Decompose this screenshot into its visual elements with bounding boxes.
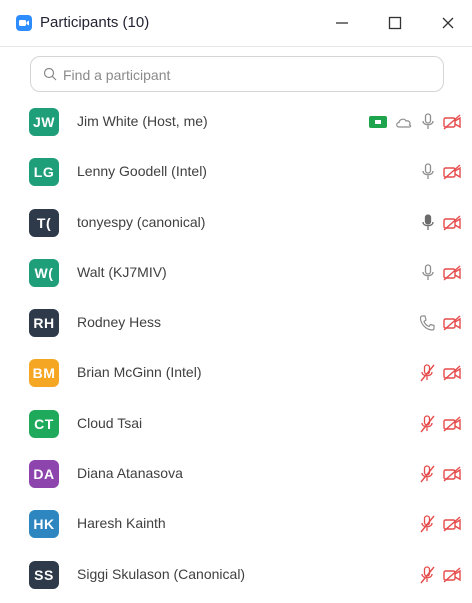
- participant-row[interactable]: SS Siggi Skulason (Canonical): [0, 550, 472, 600]
- close-button[interactable]: [428, 8, 468, 38]
- maximize-button[interactable]: [375, 8, 415, 38]
- avatar: W(: [29, 258, 59, 287]
- participant-name: Rodney Hess: [77, 314, 162, 331]
- participant-status-icons: [412, 310, 462, 336]
- cloud-icon: [394, 114, 414, 130]
- participant-row[interactable]: LG Lenny Goodell (Intel): [0, 147, 472, 197]
- microphone-icon: [420, 112, 436, 132]
- participant-row[interactable]: BM Brian McGinn (Intel): [0, 348, 472, 398]
- avatar: LG: [29, 158, 59, 187]
- video-off-icon: [442, 415, 462, 433]
- participant-name: Diana Atanasova: [77, 465, 183, 482]
- zoom-app-icon: [16, 15, 32, 31]
- participant-list: JW Jim White (Host, me) LG Lenny Goodell (I…: [0, 97, 472, 600]
- avatar: RH: [29, 309, 59, 338]
- participant-name: Cloud Tsai: [77, 414, 143, 431]
- phone-icon: [418, 314, 436, 332]
- participant-row[interactable]: T( tonyespy (canonical): [0, 198, 472, 248]
- microphone-muted-icon: [418, 514, 436, 534]
- close-icon: [442, 17, 454, 29]
- participant-status-icons: [414, 159, 462, 185]
- title-bar: Participants (10): [0, 0, 472, 47]
- participant-row[interactable]: CT Cloud Tsai: [0, 399, 472, 449]
- participant-row[interactable]: W( Walt (KJ7MIV): [0, 248, 472, 298]
- participant-name: Walt (KJ7MIV): [77, 263, 167, 280]
- microphone-muted-icon: [418, 464, 436, 484]
- maximize-icon: [388, 16, 402, 30]
- participant-status-icons: [412, 411, 462, 437]
- microphone-muted-icon: [418, 414, 436, 434]
- participant-name: Lenny Goodell (Intel): [77, 163, 207, 180]
- avatar: T(: [29, 208, 59, 237]
- avatar: SS: [29, 560, 59, 589]
- microphone-icon: [420, 162, 436, 182]
- participant-row[interactable]: RH Rodney Hess: [0, 298, 472, 348]
- participant-status-icons: [414, 210, 462, 236]
- avatar: HK: [29, 510, 59, 539]
- participant-status-icons: [362, 109, 462, 135]
- participant-name: tonyespy (canonical): [77, 213, 206, 230]
- microphone-muted-icon: [418, 565, 436, 585]
- avatar: BM: [29, 359, 59, 388]
- participant-status-icons: [412, 461, 462, 487]
- participant-status-icons: [414, 260, 462, 286]
- video-off-icon: [442, 515, 462, 533]
- minimize-button[interactable]: [322, 8, 362, 38]
- participant-row[interactable]: DA Diana Atanasova: [0, 449, 472, 499]
- search-input[interactable]: [61, 61, 435, 89]
- participant-status-icons: [412, 360, 462, 386]
- participant-name: Siggi Skulason (Canonical): [77, 565, 246, 582]
- microphone-speaking-icon: [420, 213, 436, 233]
- video-off-icon: [442, 465, 462, 483]
- participant-row[interactable]: HK Haresh Kainth: [0, 499, 472, 549]
- minimize-icon: [336, 22, 348, 24]
- participant-name: Brian McGinn (Intel): [77, 364, 202, 381]
- participant-name: Haresh Kainth: [77, 515, 166, 532]
- search-box[interactable]: [30, 56, 444, 92]
- video-off-icon: [442, 163, 462, 181]
- avatar: DA: [29, 460, 59, 489]
- avatar: CT: [29, 409, 59, 438]
- participant-name: Jim White (Host, me): [77, 113, 208, 129]
- avatar: JW: [29, 108, 59, 136]
- participant-row[interactable]: JW Jim White (Host, me): [0, 97, 472, 147]
- video-off-icon: [442, 214, 462, 232]
- video-off-icon: [442, 314, 462, 332]
- microphone-muted-icon: [418, 363, 436, 383]
- participant-status-icons: [412, 511, 462, 537]
- video-off-icon: [442, 566, 462, 584]
- search-icon: [43, 67, 57, 81]
- screen-share-icon: [368, 114, 388, 130]
- video-off-icon: [442, 364, 462, 382]
- microphone-icon: [420, 263, 436, 283]
- video-off-icon: [442, 264, 462, 282]
- video-off-icon: [442, 113, 462, 131]
- participant-status-icons: [412, 562, 462, 588]
- window-title: Participants (10): [40, 14, 150, 31]
